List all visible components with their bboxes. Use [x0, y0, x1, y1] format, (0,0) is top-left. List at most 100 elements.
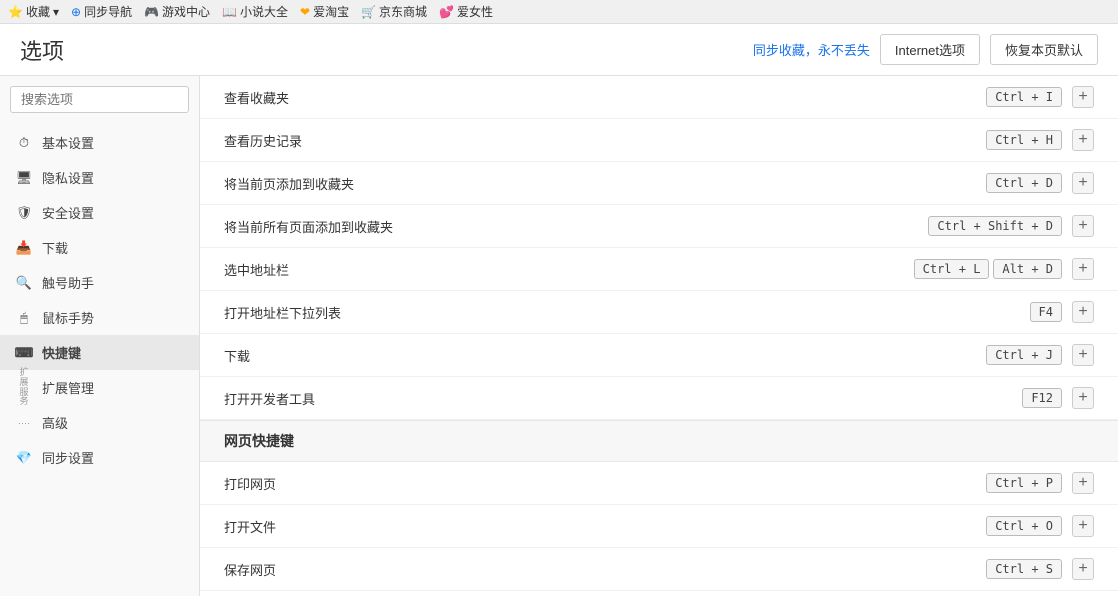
sidebar-label: 快捷键	[42, 343, 81, 362]
novel-icon: 📖	[222, 5, 237, 19]
header-actions: 同步收藏，永不丢失 Internet选项 恢复本页默认	[753, 34, 1098, 65]
add-shortcut-button[interactable]: +	[1072, 515, 1094, 537]
page-title: 选项	[20, 34, 64, 66]
shortcut-label: 将当前所有页面添加到收藏夹	[224, 217, 928, 236]
sidebar-item-mouse-gesture[interactable]: 🖱 鼠标手势	[0, 300, 199, 335]
sidebar-item-account[interactable]: 🔍 触号助手	[0, 265, 199, 300]
shortcut-row-bookmarks: 查看收藏夹 Ctrl + I +	[200, 76, 1118, 119]
shortcut-label: 选中地址栏	[224, 260, 914, 279]
mouse-icon: 🖱	[16, 310, 32, 326]
add-shortcut-button[interactable]: +	[1072, 215, 1094, 237]
shortcut-keys: F12 +	[1022, 387, 1094, 409]
key-badge: Ctrl + I	[986, 87, 1062, 107]
shortcut-row-devtools: 打开开发者工具 F12 +	[200, 377, 1118, 420]
internet-options-button[interactable]: Internet选项	[880, 34, 980, 65]
add-shortcut-button[interactable]: +	[1072, 86, 1094, 108]
sidebar-label: 安全设置	[42, 203, 94, 222]
add-shortcut-button[interactable]: +	[1072, 344, 1094, 366]
key-badge: Ctrl + D	[986, 173, 1062, 193]
sidebar-label: 基本设置	[42, 133, 94, 152]
content-area: 查看收藏夹 Ctrl + I + 查看历史记录 Ctrl + H + 将当前页添…	[200, 76, 1118, 596]
sidebar: ⏱ 基本设置 🖥 隐私设置 🛡 安全设置 📥 下载 🔍 触号助手 🖱 鼠标手势 …	[0, 76, 200, 596]
sidebar-label: 隐私设置	[42, 168, 94, 187]
shortcut-row-history: 查看历史记录 Ctrl + H +	[200, 119, 1118, 162]
star-icon: ⭐	[8, 5, 23, 19]
shortcut-keys: Ctrl + D +	[986, 172, 1094, 194]
sidebar-label: 鼠标手势	[42, 308, 94, 327]
sidebar-label: 下载	[42, 238, 68, 257]
shield-icon: 🛡	[16, 205, 32, 221]
shortcut-label: 打开文件	[224, 517, 986, 536]
bookmark-favorites[interactable]: ⭐ 收藏 ▾	[8, 3, 59, 20]
jd-icon: 🛒	[361, 5, 376, 19]
key-badge: F4	[1030, 302, 1062, 322]
restore-defaults-button[interactable]: 恢复本页默认	[990, 34, 1098, 65]
section-title-webpage: 网页快捷键	[200, 420, 1118, 462]
add-shortcut-button[interactable]: +	[1072, 129, 1094, 151]
shortcut-row-reset-zoom: 将网页内容还原默认大小 Ctrl + 0 Ctrl + NumPad0 +	[200, 591, 1118, 596]
bookmark-label: 爱淘宝	[313, 3, 349, 20]
dropdown-arrow: ▾	[53, 5, 59, 19]
sync-icon: ⊕	[71, 5, 81, 19]
sidebar-item-advanced[interactable]: ···· 高级	[0, 405, 199, 440]
key-badge: Ctrl + P	[986, 473, 1062, 493]
sidebar-item-basic[interactable]: ⏱ 基本设置	[0, 125, 199, 160]
sidebar-item-sync[interactable]: 💎 同步设置	[0, 440, 199, 475]
shortcut-row-save: 保存网页 Ctrl + S +	[200, 548, 1118, 591]
monitor-icon: 🖥	[16, 170, 32, 186]
download-icon: 📥	[16, 240, 32, 256]
sidebar-item-download[interactable]: 📥 下载	[0, 230, 199, 265]
shortcut-label: 打开开发者工具	[224, 389, 1022, 408]
shortcut-row-open-file: 打开文件 Ctrl + O +	[200, 505, 1118, 548]
shortcut-keys: Ctrl + P +	[986, 472, 1094, 494]
shortcut-keys: Ctrl + S +	[986, 558, 1094, 580]
bookmark-taobao[interactable]: ❤ 爱淘宝	[300, 3, 349, 20]
clock-icon: ⏱	[16, 135, 32, 151]
shortcut-row-download: 下载 Ctrl + J +	[200, 334, 1118, 377]
diamond-icon: 💎	[16, 450, 32, 466]
add-shortcut-button[interactable]: +	[1072, 172, 1094, 194]
bookmark-novel[interactable]: 📖 小说大全	[222, 3, 288, 20]
key-badge: F12	[1022, 388, 1062, 408]
sidebar-label: 同步设置	[42, 448, 94, 467]
sidebar-label: 高级	[42, 413, 68, 432]
shortcut-label: 保存网页	[224, 560, 986, 579]
key-badge: Ctrl + S	[986, 559, 1062, 579]
bookmark-female[interactable]: 💕 爱女性	[439, 3, 493, 20]
taobao-icon: ❤	[300, 5, 310, 19]
shortcut-row-add-all-bookmarks: 将当前所有页面添加到收藏夹 Ctrl + Shift + D +	[200, 205, 1118, 248]
bookmark-label: 收藏	[26, 3, 50, 20]
key-badge: Ctrl + Shift + D	[928, 216, 1062, 236]
sidebar-item-shortcuts[interactable]: ⌨ 快捷键	[0, 335, 199, 370]
bookmarks-bar: ⭐ 收藏 ▾ ⊕ 同步导航 🎮 游戏中心 📖 小说大全 ❤ 爱淘宝 🛒 京东商城…	[0, 0, 1118, 24]
add-shortcut-button[interactable]: +	[1072, 301, 1094, 323]
shortcut-label: 将当前页添加到收藏夹	[224, 174, 986, 193]
add-shortcut-button[interactable]: +	[1072, 258, 1094, 280]
shortcut-row-address-dropdown: 打开地址栏下拉列表 F4 +	[200, 291, 1118, 334]
shortcut-keys: Ctrl + L Alt + D +	[914, 258, 1094, 280]
add-shortcut-button[interactable]: +	[1072, 558, 1094, 580]
bookmark-label: 同步导航	[84, 3, 132, 20]
bookmark-label: 爱女性	[457, 3, 493, 20]
add-shortcut-button[interactable]: +	[1072, 387, 1094, 409]
shortcut-keys: Ctrl + I +	[986, 86, 1094, 108]
sidebar-item-extensions[interactable]: 扩展服务 扩展管理	[0, 370, 199, 405]
search-icon: 🔍	[16, 275, 32, 291]
keyboard-icon: ⌨	[16, 345, 32, 361]
sidebar-label: 扩展管理	[42, 378, 94, 397]
add-shortcut-button[interactable]: +	[1072, 472, 1094, 494]
sidebar-item-security[interactable]: 🛡 安全设置	[0, 195, 199, 230]
bookmark-sync-nav[interactable]: ⊕ 同步导航	[71, 3, 132, 20]
bookmark-game-center[interactable]: 🎮 游戏中心	[144, 3, 210, 20]
sidebar-item-privacy[interactable]: 🖥 隐私设置	[0, 160, 199, 195]
bookmark-label: 小说大全	[240, 3, 288, 20]
extension-icon: 扩展服务	[16, 380, 32, 396]
shortcut-keys: Ctrl + J +	[986, 344, 1094, 366]
shortcut-row-address-bar: 选中地址栏 Ctrl + L Alt + D +	[200, 248, 1118, 291]
page-header: 选项 同步收藏，永不丢失 Internet选项 恢复本页默认	[0, 24, 1118, 76]
shortcut-label: 查看收藏夹	[224, 88, 986, 107]
key-badge: Ctrl + H	[986, 130, 1062, 150]
search-input[interactable]	[10, 86, 189, 113]
sync-link[interactable]: 同步收藏，永不丢失	[753, 40, 870, 59]
bookmark-jd[interactable]: 🛒 京东商城	[361, 3, 427, 20]
